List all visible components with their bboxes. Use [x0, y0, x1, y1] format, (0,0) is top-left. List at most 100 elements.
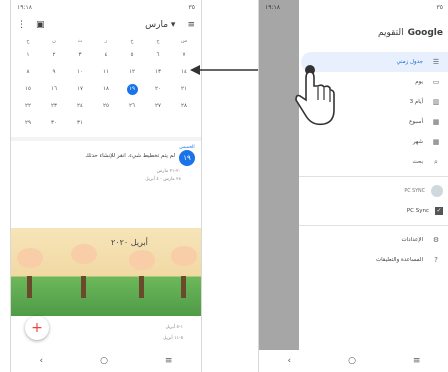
weekday-label: ث — [77, 38, 83, 44]
tree-trunk — [27, 276, 32, 298]
day-cell[interactable] — [171, 118, 197, 129]
drawer-title: التقويم — [377, 28, 404, 38]
home-icon[interactable]: ○ — [100, 356, 108, 366]
drawer-header: التقويم Google — [299, 14, 448, 52]
month-grid: ١ ٢ ٣ ٤ ٥ ٦ ٧ ٨ ٩ ١٠ ١١ ١٢ ١٣ ١٤ ١٥ ١٦ ١… — [11, 50, 201, 129]
tree-crown — [171, 246, 197, 266]
day-cell[interactable]: ١٥ — [15, 84, 41, 95]
home-icon[interactable]: ○ — [348, 356, 356, 366]
day-cell[interactable]: ١٧ — [67, 84, 93, 95]
gear-icon: ⚙ — [432, 236, 440, 244]
drawer-item-label: يوم — [415, 79, 423, 85]
day-cell[interactable] — [145, 118, 171, 129]
tree-crown — [129, 250, 155, 270]
day-cell[interactable]: ٢٨ — [171, 101, 197, 112]
day-cell[interactable]: ١٠ — [67, 67, 93, 78]
date-range-label: ٥-١١ أبريل — [163, 336, 183, 341]
drawer-item-settings[interactable]: الإعدادات ⚙ — [299, 230, 448, 250]
checkbox-checked-icon[interactable]: ✓ — [435, 207, 443, 215]
weekday-label: ح — [26, 38, 30, 44]
day-cell[interactable]: ٢٢ — [15, 101, 41, 112]
day-cell[interactable]: ٥ — [119, 50, 145, 61]
day-cell[interactable]: ٢٥ — [93, 101, 119, 112]
day-cell[interactable]: ١٦ — [41, 84, 67, 95]
day-cell[interactable]: ٢٠ — [145, 84, 171, 95]
day-cell[interactable]: ٢٤ — [67, 101, 93, 112]
day-cell[interactable]: ٩ — [41, 67, 67, 78]
day-cell[interactable]: ١٨ — [93, 84, 119, 95]
calendar-phone-left: ١٩:١٨ ٣٥ ⋮ ▣ مارس ▾ ≡ ح ن ث ر خ ج س ١ ٢ … — [10, 0, 202, 372]
day-cell[interactable]: ٢٣ — [41, 101, 67, 112]
recents-icon[interactable]: ≡ — [165, 356, 173, 366]
banner-month-title: أبريل ٢٠٢٠ — [111, 238, 148, 247]
day-cell[interactable]: ١ — [15, 50, 41, 61]
month-banner-illustration: أبريل ٢٠٢٠ — [11, 228, 201, 316]
create-event-fab[interactable]: + — [25, 316, 49, 340]
day-cell[interactable]: ١٢ — [119, 67, 145, 78]
drawer-item-label: بحث — [412, 159, 423, 165]
menu-icon[interactable]: ≡ — [187, 20, 195, 30]
day-cell[interactable]: ٣٠ — [41, 118, 67, 129]
tree-trunk — [181, 276, 186, 298]
drawer-item-label: 3 أيام — [409, 99, 423, 105]
drawer-item-label: الإعدادات — [401, 237, 423, 243]
tap-hand-icon — [295, 65, 335, 126]
calendar-phone-right: ١٩:١٨ ٣٥ التقويم Google جدول زمني ☰ يوم … — [258, 0, 448, 372]
day-cell[interactable]: ٦ — [145, 50, 171, 61]
day-cell[interactable]: ٢٧ — [145, 101, 171, 112]
day-cell[interactable] — [119, 118, 145, 129]
drawer-scrim[interactable] — [259, 0, 299, 372]
day-cell[interactable]: ٢ — [41, 50, 67, 61]
search-icon: ⌕ — [434, 157, 438, 166]
day-cell[interactable]: ١٣ — [145, 67, 171, 78]
empty-event-text: لم يتم تخطيط شيء. انقر للإنشاء حدثك — [85, 152, 175, 159]
day-cell[interactable]: ٢٩ — [15, 118, 41, 129]
weekday-label: س — [180, 38, 188, 44]
drawer-item-label: أسبوع — [409, 119, 423, 125]
recents-icon[interactable]: ≡ — [413, 356, 421, 366]
weekday-label: ن — [52, 38, 56, 44]
more-options-icon[interactable]: ⋮ — [17, 20, 26, 30]
date-range-label: ١-٥ أبريل — [165, 325, 183, 330]
schedule-event-row[interactable]: لم يتم تخطيط شيء. انقر للإنشاء حدثك الخم… — [11, 141, 201, 166]
account-label: PC SYNC — [404, 188, 425, 194]
drawer-item-label: PC Sync — [406, 208, 429, 214]
month-selector[interactable]: مارس ▾ — [145, 20, 175, 30]
status-bar: ١٩:١٨ ٣٥ — [11, 0, 201, 14]
status-bar: ١٩:١٨ — [259, 0, 299, 14]
day-cell[interactable]: ٢٦ — [119, 101, 145, 112]
tree-crown — [71, 244, 97, 264]
drawer-item-month[interactable]: شهر ▦ — [299, 132, 448, 152]
event-day-name: الخميس — [179, 145, 195, 150]
battery-indicator: ٣٥ — [188, 3, 195, 11]
day-cell[interactable] — [93, 118, 119, 129]
back-icon[interactable]: ‹ — [287, 356, 291, 366]
battery-indicator: ٣٥ — [436, 3, 443, 11]
date-range-label: ٢٨ مارس - ٤ أبريل — [145, 177, 181, 182]
day-cell[interactable]: ٤ — [93, 50, 119, 61]
day-cell[interactable]: ٢١ — [171, 84, 197, 95]
back-icon[interactable]: ‹ — [39, 356, 43, 366]
status-time: ١٩:١٨ — [17, 3, 32, 11]
three-day-view-icon: ▥ — [432, 98, 440, 106]
date-range-label: ٢٠-٢١ مارس — [156, 169, 181, 174]
schedule-icon: ☰ — [432, 58, 440, 66]
system-nav-bar: ‹ ○ ≡ — [11, 350, 201, 372]
day-cell[interactable]: ٣١ — [67, 118, 93, 129]
today-day-cell[interactable]: ١٩ — [126, 84, 138, 95]
divider — [299, 176, 448, 177]
day-cell[interactable]: ٣ — [67, 50, 93, 61]
tree-trunk — [139, 276, 144, 298]
day-cell[interactable]: ٨ — [15, 67, 41, 78]
help-icon: ? — [434, 256, 438, 264]
drawer-item-help[interactable]: المساعدة والتعليقات ? — [299, 250, 448, 270]
tree-crown — [17, 248, 43, 268]
instruction-arrow — [190, 65, 264, 75]
day-cell[interactable]: ١١ — [93, 67, 119, 78]
account-header: PC SYNC — [299, 181, 448, 201]
calendar-toolbar: ⋮ ▣ مارس ▾ ≡ — [11, 14, 201, 36]
today-calendar-icon[interactable]: ▣ — [36, 20, 45, 30]
drawer-item-search[interactable]: بحث ⌕ — [299, 152, 448, 172]
day-cell[interactable]: ٧ — [171, 50, 197, 61]
drawer-item-pc-sync[interactable]: PC Sync ✓ — [299, 201, 448, 221]
